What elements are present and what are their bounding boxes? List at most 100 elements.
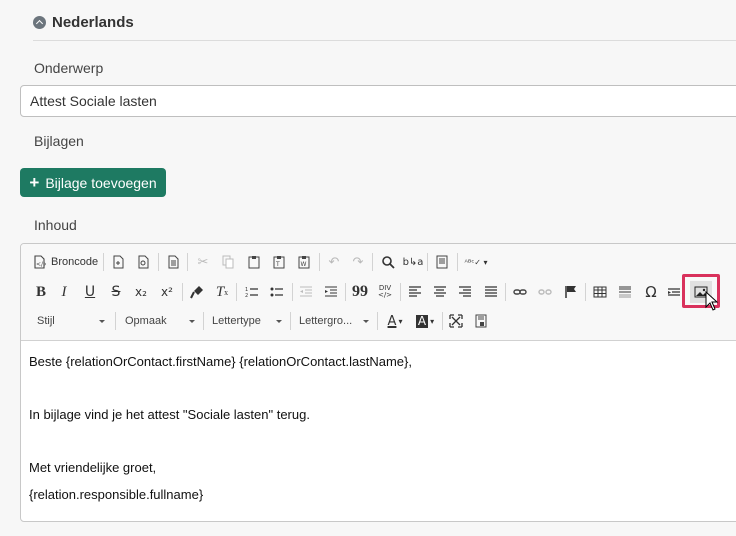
toolbar-separator — [182, 283, 183, 301]
toolbar-separator — [236, 283, 237, 301]
find-icon[interactable] — [378, 251, 398, 273]
underline-button[interactable]: U — [82, 281, 98, 303]
add-attachment-label: Bijlage toevoegen — [45, 174, 157, 191]
remove-format-icon[interactable]: Tx — [212, 281, 232, 303]
svg-text:</>: </> — [36, 261, 46, 268]
background-color-icon: A — [415, 313, 429, 328]
chevron-down-icon — [276, 320, 282, 323]
style-combo-label: Stijl — [37, 315, 55, 327]
italic-button[interactable]: I — [56, 281, 72, 303]
toolbar-separator — [290, 312, 291, 330]
preview-icon[interactable] — [133, 251, 153, 273]
font-size-combo[interactable]: Lettergro... — [295, 310, 373, 332]
numbered-list-icon[interactable]: 12 — [242, 281, 262, 303]
chevron-up-icon[interactable] — [33, 16, 46, 29]
paste-icon[interactable] — [244, 251, 264, 273]
justify-icon[interactable] — [481, 281, 501, 303]
align-right-icon[interactable] — [455, 281, 475, 303]
body-line: {relation.responsible.fullname} — [29, 487, 204, 502]
bulleted-list-icon[interactable] — [267, 281, 287, 303]
subscript-button[interactable]: x₂ — [132, 281, 150, 303]
font-size-combo-label: Lettergro... — [299, 315, 353, 327]
chevron-down-icon — [99, 320, 105, 323]
text-color-button[interactable]: A ▾ — [382, 310, 408, 332]
chevron-down-icon — [363, 320, 369, 323]
format-combo[interactable]: Opmaak — [121, 310, 199, 332]
copy-format-icon[interactable] — [187, 281, 207, 303]
outdent-icon[interactable] — [296, 281, 316, 303]
templates-icon[interactable] — [163, 251, 183, 273]
toolbar-separator — [292, 283, 293, 301]
subject-label: Onderwerp — [34, 60, 104, 76]
svg-text:2: 2 — [245, 293, 248, 299]
toolbar-separator — [377, 312, 378, 330]
superscript-button[interactable]: x² — [158, 281, 176, 303]
save-template-icon[interactable] — [108, 251, 128, 273]
cut-icon[interactable]: ✂ — [193, 251, 213, 273]
body-line: Beste {relationOrContact.firstName} {rel… — [29, 354, 412, 369]
toolbar-separator — [457, 253, 458, 271]
link-icon[interactable] — [510, 281, 530, 303]
font-combo[interactable]: Lettertype — [208, 310, 286, 332]
attachments-label: Bijlagen — [34, 133, 84, 149]
subject-input[interactable]: Attest Sociale lasten — [20, 85, 736, 117]
toolbar-separator — [158, 253, 159, 271]
align-center-icon[interactable] — [430, 281, 450, 303]
strikethrough-button[interactable]: S — [108, 281, 124, 303]
horizontal-line-icon[interactable] — [615, 281, 635, 303]
toolbar-separator — [442, 312, 443, 330]
editor-toolbar: </> Broncode ✂ T W ↶ ↷ — [21, 244, 736, 341]
mouse-cursor-icon — [705, 291, 719, 311]
source-button[interactable]: </> Broncode — [33, 251, 99, 273]
select-all-icon[interactable] — [432, 251, 452, 273]
replace-icon[interactable]: b↳a — [403, 251, 424, 273]
unlink-icon[interactable] — [535, 281, 555, 303]
paste-text-icon[interactable]: T — [269, 251, 289, 273]
background-color-button[interactable]: A ▾ — [412, 310, 438, 332]
toolbar-separator — [427, 253, 428, 271]
body-line: In bijlage vind je het attest "Sociale l… — [29, 407, 310, 422]
body-line: Met vriendelijke groet, — [29, 460, 157, 475]
special-character-icon[interactable]: Ω — [641, 281, 661, 303]
anchor-flag-icon[interactable] — [561, 281, 581, 303]
format-combo-label: Opmaak — [125, 315, 167, 327]
spellcheck-dropdown[interactable]: ᴬᴮᶜ✓ ▾ — [462, 251, 490, 273]
toolbar-separator — [115, 312, 116, 330]
source-icon: </> — [34, 255, 46, 269]
blockquote-icon[interactable]: 99 — [350, 281, 370, 303]
align-left-icon[interactable] — [405, 281, 425, 303]
copy-icon[interactable] — [218, 251, 238, 273]
style-combo[interactable]: Stijl — [33, 310, 109, 332]
source-label: Broncode — [51, 256, 99, 268]
toolbar-separator — [203, 312, 204, 330]
iframe-icon[interactable] — [666, 281, 682, 303]
editor-content[interactable]: Beste {relationOrContact.firstName} {rel… — [29, 348, 736, 521]
add-attachment-button[interactable]: + Bijlage toevoegen — [20, 168, 166, 197]
toolbar-separator — [372, 253, 373, 271]
toolbar-separator — [505, 283, 506, 301]
section-divider — [33, 40, 736, 41]
toolbar-separator — [400, 283, 401, 301]
maximize-icon[interactable] — [446, 310, 466, 332]
bold-button[interactable]: B — [33, 281, 49, 303]
show-blocks-icon[interactable] — [471, 310, 491, 332]
plus-icon: + — [29, 173, 40, 192]
font-combo-label: Lettertype — [212, 315, 261, 327]
text-color-icon: A — [387, 313, 397, 329]
svg-text:W: W — [301, 261, 307, 268]
toolbar-separator — [319, 253, 320, 271]
toolbar-separator — [187, 253, 188, 271]
table-icon[interactable] — [590, 281, 610, 303]
section-title: Nederlands — [52, 14, 134, 31]
toolbar-separator — [345, 283, 346, 301]
language-section-header[interactable]: Nederlands — [33, 14, 134, 31]
create-div-icon[interactable]: DIV </> — [375, 281, 395, 303]
svg-text:T: T — [275, 261, 280, 268]
redo-icon[interactable]: ↷ — [348, 251, 368, 273]
indent-icon[interactable] — [321, 281, 341, 303]
undo-icon[interactable]: ↶ — [324, 251, 344, 273]
toolbar-separator — [103, 253, 104, 271]
paste-word-icon[interactable]: W — [294, 251, 314, 273]
toolbar-separator — [585, 283, 586, 301]
rich-text-editor[interactable]: </> Broncode ✂ T W ↶ ↷ — [20, 243, 736, 522]
